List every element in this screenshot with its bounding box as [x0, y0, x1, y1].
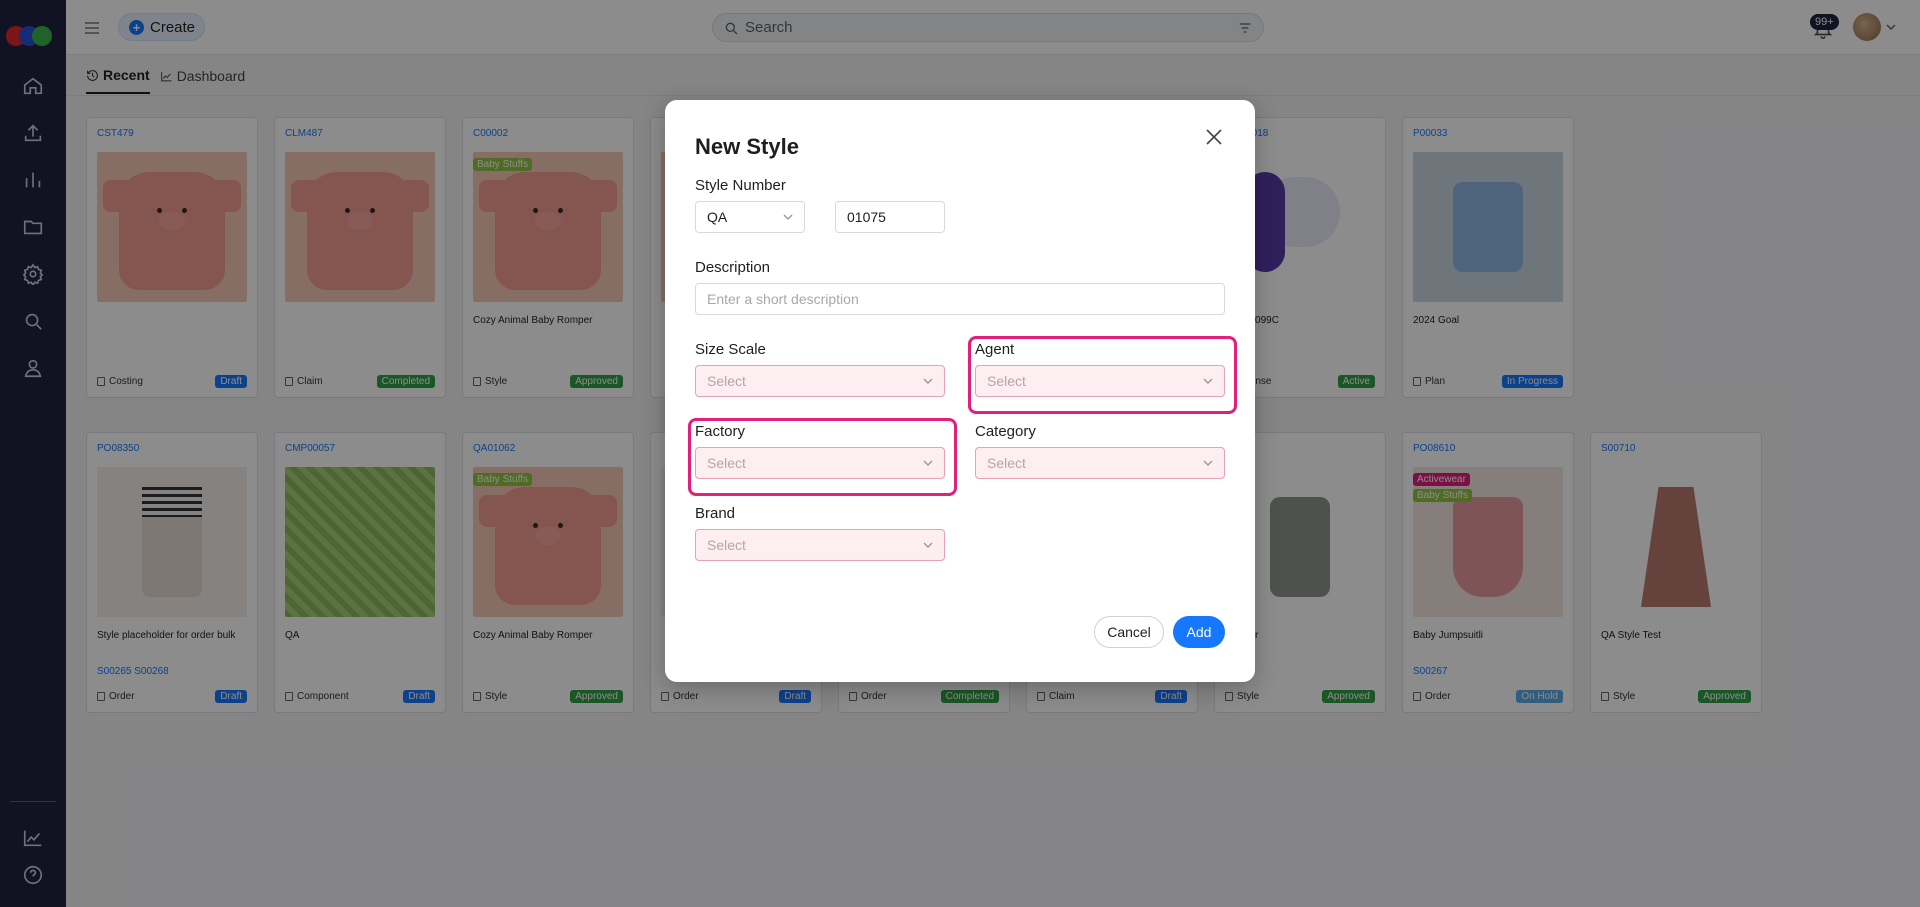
- brand-placeholder: Select: [707, 537, 746, 553]
- size-scale-select[interactable]: Select: [695, 365, 945, 397]
- chevron-down-icon: [783, 214, 793, 220]
- description-input[interactable]: Enter a short description: [695, 283, 1225, 315]
- dialog-title: New Style: [695, 134, 799, 159]
- brand-select[interactable]: Select: [695, 529, 945, 561]
- factory-placeholder: Select: [707, 455, 746, 471]
- chevron-down-icon: [923, 542, 933, 548]
- description-label: Description: [695, 259, 771, 276]
- style-number-label: Style Number: [695, 177, 786, 194]
- cancel-button[interactable]: Cancel: [1094, 616, 1164, 648]
- factory-select[interactable]: Select: [695, 447, 945, 479]
- chevron-down-icon: [923, 378, 933, 384]
- category-label: Category: [975, 423, 1036, 440]
- agent-label: Agent: [975, 341, 1015, 358]
- size-scale-placeholder: Select: [707, 373, 746, 389]
- factory-label: Factory: [695, 423, 746, 440]
- size-scale-label: Size Scale: [695, 341, 766, 358]
- add-button[interactable]: Add: [1173, 616, 1225, 648]
- description-placeholder: Enter a short description: [707, 291, 859, 307]
- style-number-input[interactable]: 01075: [835, 201, 945, 233]
- style-number-value: 01075: [847, 209, 886, 225]
- chevron-down-icon: [923, 460, 933, 466]
- new-style-dialog: New Style Style Number QA 01075 Descript…: [665, 100, 1255, 682]
- category-placeholder: Select: [987, 455, 1026, 471]
- chevron-down-icon: [1203, 378, 1213, 384]
- agent-placeholder: Select: [987, 373, 1026, 389]
- agent-select[interactable]: Select: [975, 365, 1225, 397]
- brand-label: Brand: [695, 505, 736, 522]
- style-prefix-value: QA: [707, 209, 728, 225]
- close-icon[interactable]: [1201, 124, 1227, 150]
- category-select[interactable]: Select: [975, 447, 1225, 479]
- style-prefix-select[interactable]: QA: [695, 201, 805, 233]
- chevron-down-icon: [1203, 460, 1213, 466]
